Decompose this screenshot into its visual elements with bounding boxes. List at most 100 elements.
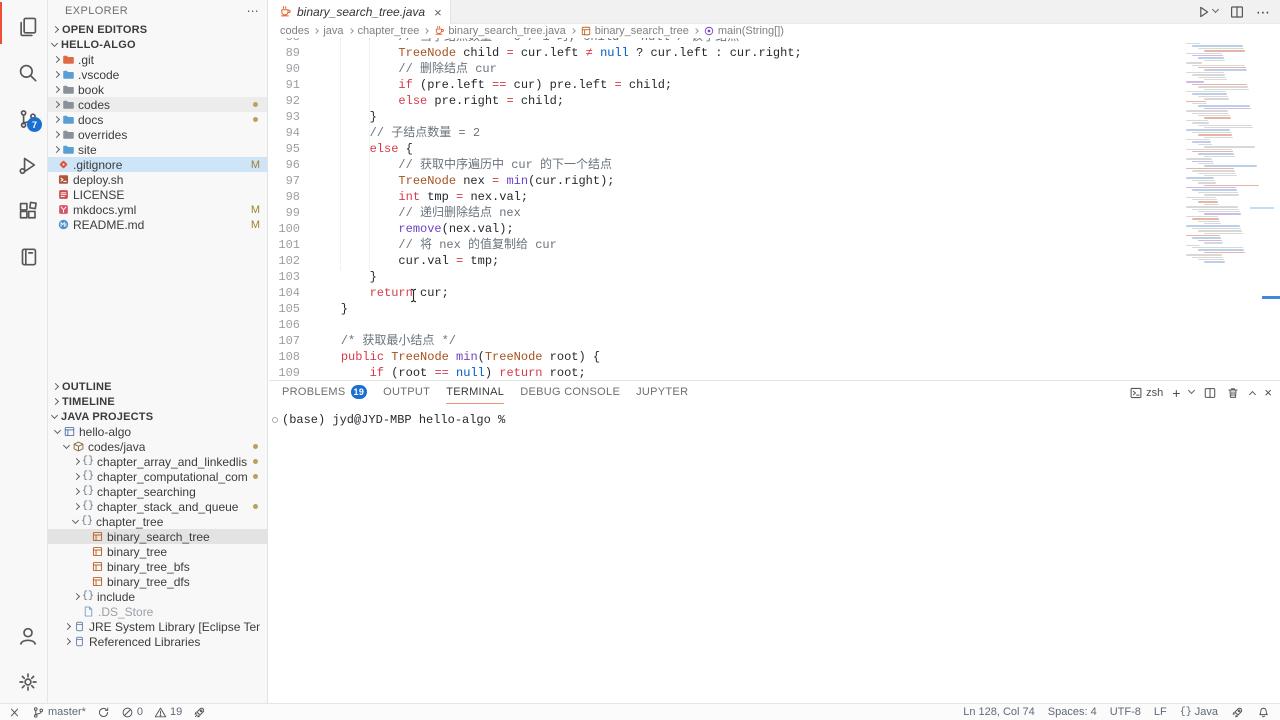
breadcrumb-binary-search-tree-java[interactable]: binary_search_tree.java bbox=[433, 25, 565, 37]
code-line-99[interactable]: 99 // 递归删除结点 nex bbox=[269, 205, 1180, 221]
activity-files-icon[interactable] bbox=[0, 0, 48, 46]
run-dropdown-icon[interactable] bbox=[1212, 6, 1219, 13]
java-tree-item-binary-search-tree[interactable]: binary_search_tree bbox=[48, 529, 267, 544]
kill-terminal-icon[interactable] bbox=[1226, 386, 1240, 400]
java-tree-item-include[interactable]: {}include bbox=[48, 589, 267, 604]
code-line-100[interactable]: 100 remove(nex.val); bbox=[269, 221, 1180, 237]
more-actions-icon[interactable]: ⋯ bbox=[247, 4, 259, 18]
activity-run-debug-icon[interactable] bbox=[0, 138, 48, 184]
run-icon[interactable] bbox=[1195, 4, 1211, 20]
panel-tab-problems[interactable]: PROBLEMS19 bbox=[282, 381, 367, 404]
code-line-108[interactable]: 108 public TreeNode min(TreeNode root) { bbox=[269, 349, 1180, 365]
java-tree-item-hello-algo[interactable]: hello-algo bbox=[48, 424, 267, 439]
code-line-96[interactable]: 96 // 获取中序遍历中 cur 的下一个结点 bbox=[269, 157, 1180, 173]
file-row-site[interactable]: site bbox=[48, 142, 267, 157]
split-terminal-icon[interactable] bbox=[1203, 386, 1217, 400]
panel-tab-output[interactable]: OUTPUT bbox=[383, 381, 430, 404]
code-line-104[interactable]: 104 return cur; bbox=[269, 285, 1180, 301]
java-tree-item-chapter-tree[interactable]: {}chapter_tree bbox=[48, 514, 267, 529]
file-row-readme-md[interactable]: README.mdM bbox=[48, 217, 267, 232]
file-row-deploy-sh[interactable]: deploy.sh bbox=[48, 172, 267, 187]
breadcrumb-main-string-[interactable]: main(String[]) bbox=[703, 25, 784, 37]
status-java-status-item[interactable] bbox=[1231, 706, 1244, 719]
java-projects-section[interactable]: JAVA PROJECTS bbox=[48, 409, 267, 424]
code-line-90[interactable]: 90 // 删除结点 cur bbox=[269, 61, 1180, 77]
status-warning-item[interactable]: 19 bbox=[154, 706, 182, 719]
status-error-item[interactable]: 0 bbox=[121, 706, 143, 719]
java-tree-item-chapter-computational-complexity[interactable]: {}chapter_computational_complexity bbox=[48, 469, 267, 484]
status-lf[interactable]: LF bbox=[1154, 706, 1167, 718]
status-branch-item[interactable]: master* bbox=[32, 706, 86, 719]
activity-settings-gear-icon[interactable] bbox=[0, 655, 48, 701]
activity-search-icon[interactable] bbox=[0, 46, 48, 92]
file-row-mkdocs-yml[interactable]: mkdocs.ymlM bbox=[48, 202, 267, 217]
terminal[interactable]: (base) jyd@JYD-MBP hello-algo % bbox=[269, 404, 1280, 427]
code-line-95[interactable]: 95 else { bbox=[269, 141, 1180, 157]
code-line-98[interactable]: 98 int tmp = nex.val; bbox=[269, 189, 1180, 205]
new-terminal-button[interactable]: + bbox=[1172, 385, 1180, 401]
file-row-overrides[interactable]: overrides bbox=[48, 127, 267, 142]
code-line-92[interactable]: 92 else pre.right = child; bbox=[269, 93, 1180, 109]
code-line-107[interactable]: 107 /* 获取最小结点 */ bbox=[269, 333, 1180, 349]
code-line-105[interactable]: 105 } bbox=[269, 301, 1180, 317]
file-row-license[interactable]: LICENSE bbox=[48, 187, 267, 202]
file-row-codes[interactable]: codes bbox=[48, 97, 267, 112]
breadcrumb-codes[interactable]: codes bbox=[280, 25, 309, 37]
code-line-106[interactable]: 106 bbox=[269, 317, 1180, 333]
code-line-97[interactable]: 97 TreeNode nex = min(cur.right); bbox=[269, 173, 1180, 189]
code-editor[interactable]: 88 // 当子结点数量 = 0 / 1 时, child = null / 该… bbox=[269, 38, 1280, 380]
outline-section[interactable]: OUTLINE bbox=[48, 379, 267, 394]
breadcrumb-binary-search-tree[interactable]: binary_search_tree bbox=[580, 25, 689, 37]
java-tree-item-binary-tree[interactable]: binary_tree bbox=[48, 544, 267, 559]
file-row-docs[interactable]: docs bbox=[48, 112, 267, 127]
code-line-93[interactable]: 93 } bbox=[269, 109, 1180, 125]
code-line-101[interactable]: 101 // 将 nex 的值复制给 cur bbox=[269, 237, 1180, 253]
code-line-91[interactable]: 91 if (pre.left == cur) pre.left = child… bbox=[269, 77, 1180, 93]
java-tree-item-binary-tree-dfs[interactable]: binary_tree_dfs bbox=[48, 574, 267, 589]
java-tree-item-chapter-array-and-linkedlist[interactable]: {}chapter_array_and_linkedlist bbox=[48, 454, 267, 469]
panel-tab-jupyter[interactable]: JUPYTER bbox=[636, 381, 688, 404]
code-line-89[interactable]: 89 TreeNode child = cur.left ≠ null ? cu… bbox=[269, 45, 1180, 61]
file-row-book[interactable]: book bbox=[48, 82, 267, 97]
java-tree-item--ds-store[interactable]: .DS_Store bbox=[48, 604, 267, 619]
panel-tab-terminal[interactable]: TERMINAL bbox=[446, 381, 504, 404]
status-sync-item[interactable] bbox=[97, 706, 110, 719]
status-bell-item[interactable] bbox=[1257, 706, 1270, 719]
status-braces-item[interactable]: {}Java bbox=[1180, 706, 1218, 718]
project-root-section[interactable]: HELLO-ALGO bbox=[48, 37, 267, 52]
activity-account-icon[interactable] bbox=[0, 609, 48, 655]
file-row--vscode[interactable]: .vscode bbox=[48, 67, 267, 82]
panel-tab-debug-console[interactable]: DEBUG CONSOLE bbox=[520, 381, 620, 404]
activity-source-control-icon[interactable]: 7 bbox=[0, 92, 48, 138]
file-row--gitignore[interactable]: .gitignoreM bbox=[48, 157, 267, 172]
run-button[interactable] bbox=[1195, 4, 1218, 20]
minimap[interactable] bbox=[1184, 43, 1264, 273]
status-spaces-4[interactable]: Spaces: 4 bbox=[1048, 706, 1097, 718]
tab-binary-search-tree[interactable]: binary_search_tree.java × bbox=[269, 0, 451, 24]
maximize-panel-icon[interactable] bbox=[1249, 389, 1255, 397]
code-line-88[interactable]: 88 // 当子结点数量 = 0 / 1 时, child = null / 该… bbox=[269, 38, 1180, 45]
code-line-103[interactable]: 103 } bbox=[269, 269, 1180, 285]
code-line-94[interactable]: 94 // 子结点数量 = 2 bbox=[269, 125, 1180, 141]
java-tree-item-jre-system-library-eclipse-temurin-17-17-[interactable]: JRE System Library [Eclipse Temurin 17 [… bbox=[48, 619, 267, 634]
activity-extensions-icon[interactable] bbox=[0, 184, 48, 230]
java-tree-item-chapter-searching[interactable]: {}chapter_searching bbox=[48, 484, 267, 499]
terminal-shell-item[interactable]: zsh bbox=[1129, 386, 1163, 400]
close-icon[interactable]: × bbox=[434, 5, 442, 20]
status-ln-128-col-74[interactable]: Ln 128, Col 74 bbox=[963, 706, 1035, 718]
more-actions-icon[interactable]: ⋯ bbox=[1256, 4, 1270, 21]
file-row--git[interactable]: .git bbox=[48, 52, 267, 67]
split-editor-icon[interactable] bbox=[1229, 4, 1245, 20]
code-line-102[interactable]: 102 cur.val = tmp; bbox=[269, 253, 1180, 269]
open-editors-section[interactable]: OPEN EDITORS bbox=[48, 22, 267, 37]
status-remote-item[interactable] bbox=[8, 706, 21, 719]
java-tree-item-codes-java[interactable]: codes/java bbox=[48, 439, 267, 454]
java-tree-item-binary-tree-bfs[interactable]: binary_tree_bfs bbox=[48, 559, 267, 574]
close-panel-icon[interactable]: × bbox=[1264, 385, 1272, 400]
timeline-section[interactable]: TIMELINE bbox=[48, 394, 267, 409]
java-tree-item-chapter-stack-and-queue[interactable]: {}chapter_stack_and_queue bbox=[48, 499, 267, 514]
breadcrumb-chapter-tree[interactable]: chapter_tree bbox=[358, 25, 420, 37]
status-utf-8[interactable]: UTF-8 bbox=[1110, 706, 1141, 718]
breadcrumb-java[interactable]: java bbox=[323, 25, 343, 37]
terminal-dropdown-icon[interactable] bbox=[1189, 390, 1194, 395]
